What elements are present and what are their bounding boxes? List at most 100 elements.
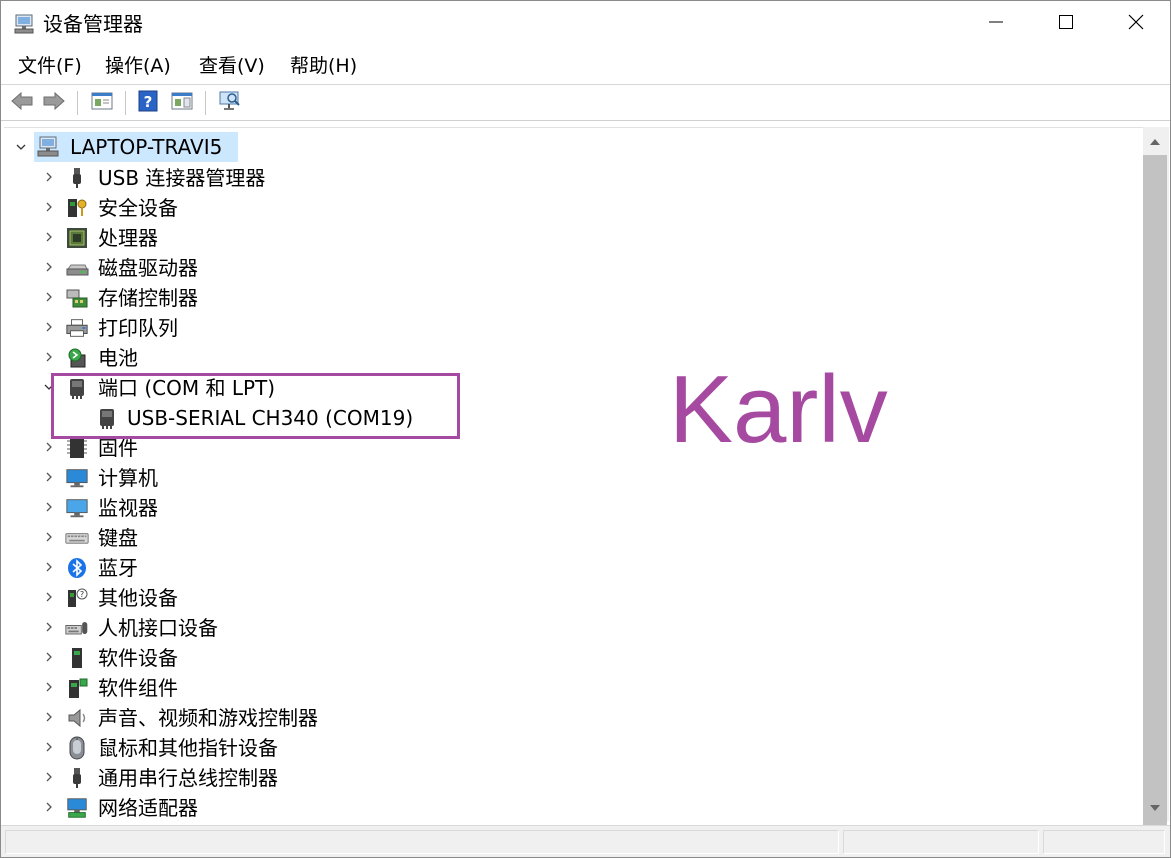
- software-device-icon: [65, 646, 89, 670]
- chevron-right-icon[interactable]: [42, 230, 56, 244]
- toolbar-separator: [125, 91, 126, 115]
- forward-arrow-icon: [42, 91, 66, 115]
- scroll-up-arrow-icon[interactable]: [1148, 135, 1162, 149]
- chevron-right-icon[interactable]: [42, 290, 56, 304]
- sound-icon: [65, 706, 89, 730]
- device-manager-app-icon: [13, 13, 35, 35]
- category-human-interface-devices[interactable]: 人机接口设备: [98, 614, 218, 642]
- other-devices-icon: ?: [65, 586, 89, 610]
- menu-help[interactable]: 帮助(H): [288, 53, 359, 79]
- chevron-right-icon[interactable]: [42, 200, 56, 214]
- category-usb-controllers[interactable]: 通用串行总线控制器: [98, 764, 278, 792]
- category-print-queues[interactable]: 打印队列: [98, 314, 178, 342]
- chevron-right-icon[interactable]: [42, 800, 56, 814]
- category-security-devices[interactable]: 安全设备: [98, 194, 178, 222]
- category-sound-video-game-controllers[interactable]: 声音、视频和游戏控制器: [98, 704, 318, 732]
- chevron-down-icon[interactable]: [14, 140, 28, 154]
- category-usb-connector-manager[interactable]: USB 连接器管理器: [98, 164, 265, 192]
- svg-text:?: ?: [80, 590, 84, 599]
- minimize-button[interactable]: [961, 1, 1031, 47]
- category-batteries[interactable]: 电池: [98, 344, 138, 372]
- properties-icon: [91, 91, 113, 115]
- chevron-right-icon[interactable]: [42, 740, 56, 754]
- chevron-right-icon[interactable]: [42, 260, 56, 274]
- processor-icon: [65, 226, 89, 250]
- battery-icon: [65, 346, 89, 370]
- maximize-icon: [1058, 14, 1074, 34]
- title-bar: 设备管理器: [1, 1, 1170, 47]
- category-monitors[interactable]: 监视器: [98, 494, 158, 522]
- status-bar: [1, 825, 1170, 857]
- back-arrow-icon: [10, 91, 34, 115]
- computer-icon: [65, 466, 89, 490]
- category-other-devices[interactable]: 其他设备: [98, 584, 178, 612]
- device-tree: LAPTOP-TRAVI5 USB 连接器管理器 安全设备 处理器 磁盘驱动器 …: [4, 127, 1143, 821]
- chevron-right-icon[interactable]: [42, 440, 56, 454]
- category-keyboards[interactable]: 键盘: [98, 524, 138, 552]
- menu-action[interactable]: 操作(A): [103, 53, 173, 79]
- chevron-right-icon[interactable]: [42, 350, 56, 364]
- help-button[interactable]: ?: [134, 90, 162, 116]
- status-cell-secondary: [843, 830, 1039, 854]
- close-button[interactable]: [1101, 1, 1171, 47]
- chevron-right-icon[interactable]: [42, 500, 56, 514]
- toolbar-separator: [77, 91, 78, 115]
- category-software-components[interactable]: 软件组件: [98, 674, 178, 702]
- security-device-icon: [65, 196, 89, 220]
- device-manager-window: 设备管理器 文件(F) 操作(A) 查看(V) 帮助(H) ? LAPTOP-T…: [0, 0, 1171, 858]
- category-bluetooth[interactable]: 蓝牙: [98, 554, 138, 582]
- forward-button[interactable]: [40, 90, 68, 116]
- vertical-scrollbar[interactable]: [1143, 127, 1169, 827]
- help-icon: ?: [137, 90, 159, 116]
- watermark-text: Karlv: [669, 356, 888, 463]
- chevron-right-icon[interactable]: [42, 650, 56, 664]
- category-mice-pointing-devices[interactable]: 鼠标和其他指针设备: [98, 734, 278, 762]
- chevron-right-icon[interactable]: [42, 620, 56, 634]
- category-processors[interactable]: 处理器: [98, 224, 158, 252]
- computer-root-icon: [36, 135, 60, 159]
- scan-hardware-button[interactable]: [216, 90, 244, 116]
- bluetooth-icon: [65, 556, 89, 580]
- minimize-icon: [988, 14, 1004, 34]
- menu-bar: 文件(F) 操作(A) 查看(V) 帮助(H): [1, 47, 1170, 85]
- usb-controller-icon: [65, 766, 89, 790]
- root-computer-label[interactable]: LAPTOP-TRAVI5: [70, 133, 222, 161]
- menu-view[interactable]: 查看(V): [197, 53, 267, 79]
- network-adapter-icon: [65, 796, 89, 820]
- keyboard-icon: [65, 526, 89, 550]
- category-network-adapters[interactable]: 网络适配器: [98, 794, 198, 821]
- mouse-icon: [65, 736, 89, 760]
- chevron-right-icon[interactable]: [42, 560, 56, 574]
- menu-file[interactable]: 文件(F): [16, 53, 84, 79]
- chevron-right-icon[interactable]: [42, 170, 56, 184]
- chevron-right-icon[interactable]: [42, 770, 56, 784]
- scrollbar-thumb[interactable]: [1143, 155, 1167, 827]
- scroll-down-arrow-icon[interactable]: [1148, 801, 1162, 815]
- chevron-right-icon[interactable]: [42, 530, 56, 544]
- status-cell-tertiary: [1043, 830, 1165, 854]
- action-pane-button[interactable]: [168, 90, 196, 116]
- category-computer[interactable]: 计算机: [98, 464, 158, 492]
- usb-connector-icon: [65, 166, 89, 190]
- software-component-icon: [65, 676, 89, 700]
- action-pane-icon: [171, 91, 193, 115]
- monitor-icon: [65, 496, 89, 520]
- category-disk-drives[interactable]: 磁盘驱动器: [98, 254, 198, 282]
- category-storage-controllers[interactable]: 存储控制器: [98, 284, 198, 312]
- back-button[interactable]: [8, 90, 36, 116]
- svg-text:?: ?: [144, 93, 153, 111]
- status-cell-main: [5, 830, 839, 854]
- hid-icon: [65, 616, 89, 640]
- category-software-devices[interactable]: 软件设备: [98, 644, 178, 672]
- toolbar-separator: [205, 91, 206, 115]
- disk-drive-icon: [65, 256, 89, 280]
- chevron-right-icon[interactable]: [42, 320, 56, 334]
- storage-controller-icon: [65, 286, 89, 310]
- scan-hardware-icon: [218, 90, 242, 116]
- properties-button[interactable]: [88, 90, 116, 116]
- chevron-right-icon[interactable]: [42, 710, 56, 724]
- maximize-button[interactable]: [1031, 1, 1101, 47]
- chevron-right-icon[interactable]: [42, 590, 56, 604]
- chevron-right-icon[interactable]: [42, 680, 56, 694]
- chevron-right-icon[interactable]: [42, 470, 56, 484]
